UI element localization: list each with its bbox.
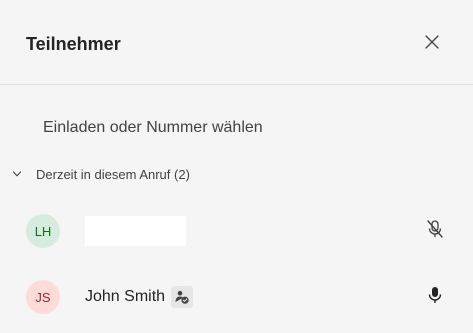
- current-call-section-toggle[interactable]: Derzeit in diesem Anruf (2): [10, 163, 190, 185]
- panel-title: Teilnehmer: [26, 34, 121, 54]
- close-button[interactable]: [418, 30, 446, 58]
- chevron-down-icon: [10, 167, 24, 181]
- participant-name-redacted: [85, 216, 186, 246]
- organizer-badge-icon: [171, 286, 194, 308]
- participant-row[interactable]: LH: [26, 211, 447, 251]
- mic-icon: [425, 285, 445, 310]
- section-label: Derzeit in diesem Anruf (2): [36, 166, 190, 182]
- avatar: LH: [26, 214, 60, 248]
- mic-off-icon: [425, 219, 445, 244]
- participant-name: John Smith: [85, 288, 166, 305]
- mic-status-button[interactable]: [423, 285, 447, 309]
- mic-status-button[interactable]: [423, 219, 447, 243]
- participants-panel: Teilnehmer Einladen oder Nummer wählen D…: [0, 0, 473, 333]
- invite-placeholder: Einladen oder Nummer wählen: [43, 119, 263, 136]
- participant-row[interactable]: JS John Smith: [26, 277, 447, 317]
- invite-input[interactable]: Einladen oder Nummer wählen: [26, 104, 447, 152]
- avatar: JS: [26, 280, 60, 314]
- close-icon: [424, 34, 440, 55]
- panel-header: Teilnehmer: [0, 0, 473, 85]
- avatar-initials: LH: [34, 223, 52, 239]
- avatar-initials: JS: [35, 289, 51, 305]
